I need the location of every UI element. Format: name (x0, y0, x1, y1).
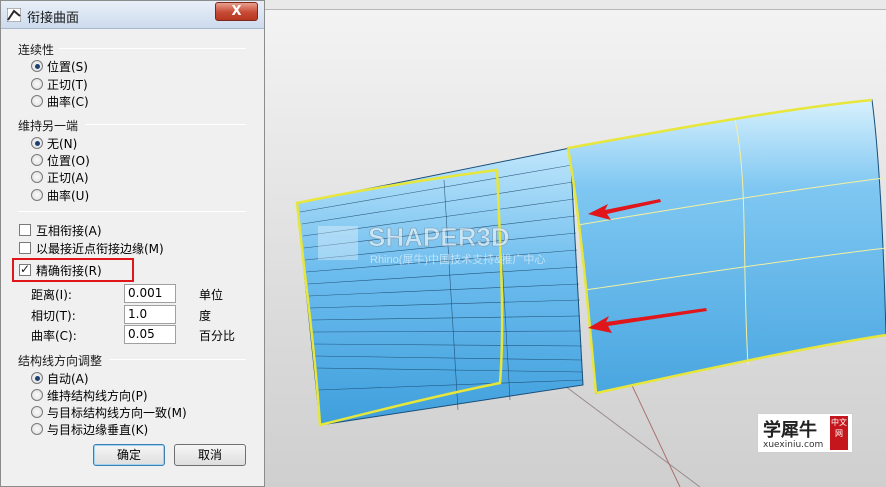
option-label: 正切(A) (47, 170, 89, 185)
badge-title: 学犀牛 (763, 420, 817, 441)
divider (18, 211, 246, 212)
divider (85, 124, 246, 125)
checkbox-icon (19, 262, 31, 276)
option-label: 正切(T) (47, 77, 88, 92)
curvature-unit: 百分比 (199, 329, 236, 343)
radio-icon (31, 154, 43, 166)
option-label: 与目标结构线方向一致(M) (47, 405, 187, 420)
checkbox-label: 互相衔接(A) (36, 223, 102, 238)
radio-icon (31, 389, 43, 401)
maintain-other-end-title: 维持另一端 (18, 119, 79, 133)
blend-surface-dialog: 衔接曲面 X 连续性 位置(S) 正切(T) 曲率(C) 维持另一端 无(N) … (0, 0, 265, 487)
distance-label: 距离(I): (31, 288, 72, 302)
cancel-button[interactable]: 取消 (174, 444, 246, 466)
radio-icon (31, 189, 43, 201)
option-label: 与目标边缘垂直(K) (47, 422, 149, 437)
radio-icon (31, 78, 43, 90)
tangency-unit: 度 (199, 309, 212, 323)
continuity-tangency-radio[interactable]: 正切(T) (31, 76, 88, 92)
checkbox-icon (19, 242, 31, 254)
dialog-title: 衔接曲面 (27, 11, 80, 26)
ok-button[interactable]: 确定 (93, 444, 165, 466)
badge-tag: 中文网 (830, 416, 848, 450)
maintain-tangency-radio[interactable]: 正切(A) (31, 169, 89, 185)
match-mutually-checkbox[interactable]: 互相衔接(A) (19, 222, 102, 238)
site-badge: 学犀牛 中文网 xuexiniu.com (757, 413, 853, 453)
continuity-title: 连续性 (18, 43, 55, 57)
curvature-input[interactable]: 0.05 (124, 325, 176, 344)
option-label: 位置(S) (47, 59, 88, 74)
radio-icon (31, 406, 43, 418)
radio-icon (31, 137, 43, 149)
divider (109, 359, 246, 360)
isocurve-auto-radio[interactable]: 自动(A) (31, 370, 89, 386)
checkbox-icon (19, 224, 31, 236)
maintain-none-radio[interactable]: 无(N) (31, 135, 77, 151)
tangency-label: 相切(T): (31, 309, 76, 323)
tangency-input[interactable]: 1.0 (124, 305, 176, 324)
refine-match-checkbox[interactable]: 精确衔接(R) (19, 262, 102, 278)
distance-unit: 单位 (199, 288, 224, 302)
isocurve-match-target-radio[interactable]: 与目标结构线方向一致(M) (31, 404, 187, 420)
option-label: 自动(A) (47, 371, 89, 386)
maintain-curvature-radio[interactable]: 曲率(U) (31, 187, 89, 203)
match-surface-icon (7, 8, 21, 22)
radio-icon (31, 95, 43, 107)
blend-surface (296, 147, 584, 426)
radio-icon (31, 423, 43, 435)
maintain-position-radio[interactable]: 位置(O) (31, 152, 90, 168)
radio-icon (31, 171, 43, 183)
radio-icon (31, 60, 43, 72)
isocurve-perpendicular-radio[interactable]: 与目标边缘垂直(K) (31, 421, 148, 437)
watermark-subtitle: Rhino(犀牛)中国技术支持&推广中心 (370, 252, 545, 266)
option-label: 无(N) (47, 136, 78, 151)
option-label: 位置(O) (47, 153, 90, 168)
watermark-title: SHAPER3D (368, 222, 510, 252)
option-label: 维持结构线方向(P) (47, 388, 148, 403)
curvature-label: 曲率(C): (31, 329, 77, 343)
isocurve-preserve-radio[interactable]: 维持结构线方向(P) (31, 387, 148, 403)
continuity-position-radio[interactable]: 位置(S) (31, 58, 88, 74)
dialog-titlebar[interactable]: 衔接曲面 X (1, 1, 264, 29)
close-button[interactable]: X (215, 2, 258, 21)
divider (59, 48, 246, 49)
badge-url: xuexiniu.com (763, 440, 824, 450)
continuity-curvature-radio[interactable]: 曲率(C) (31, 93, 89, 109)
radio-icon (31, 372, 43, 384)
checkbox-label: 精确衔接(R) (36, 263, 102, 278)
distance-input[interactable]: 0.001 (124, 284, 176, 303)
match-closest-point-checkbox[interactable]: 以最接近点衔接边缘(M) (19, 240, 164, 256)
target-surface (567, 99, 886, 394)
option-label: 曲率(U) (47, 188, 90, 203)
isocurve-title: 结构线方向调整 (18, 354, 103, 368)
option-label: 曲率(C) (47, 94, 89, 109)
checkbox-label: 以最接近点衔接边缘(M) (36, 241, 164, 256)
